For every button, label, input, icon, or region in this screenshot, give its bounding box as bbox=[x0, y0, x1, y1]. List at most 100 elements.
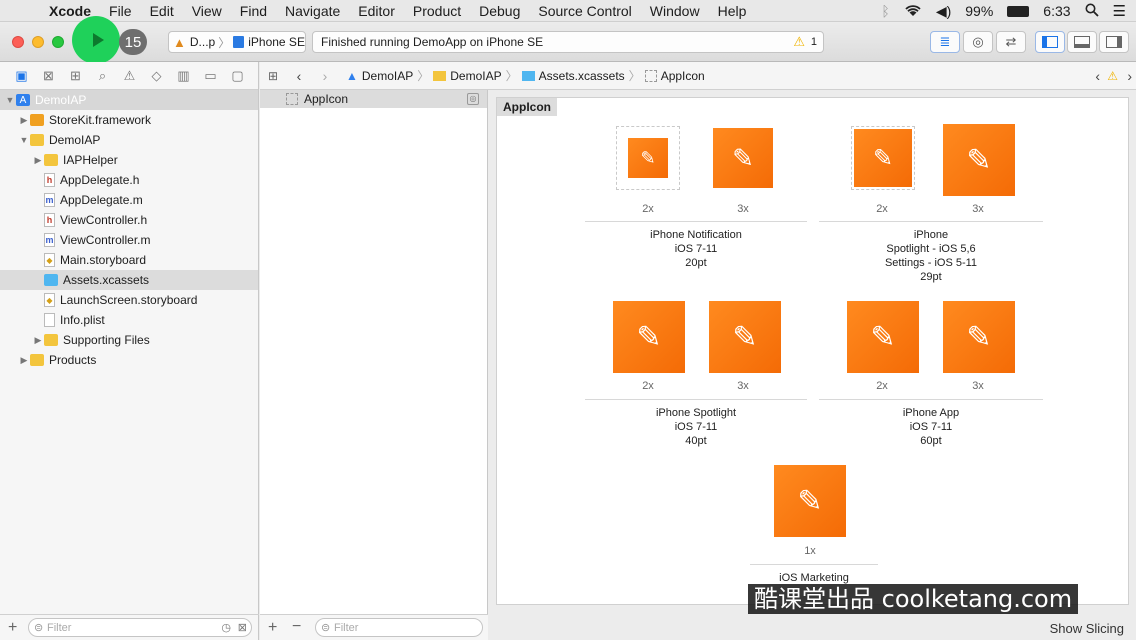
tree-row-assets[interactable]: Assets.xcassets bbox=[0, 270, 258, 290]
spotlight-search-icon[interactable] bbox=[1085, 3, 1099, 20]
clock[interactable]: 6:33 bbox=[1043, 3, 1070, 19]
tree-row-launchscreen[interactable]: ◆ LaunchScreen.storyboard bbox=[0, 290, 258, 310]
menu-find[interactable]: Find bbox=[231, 3, 276, 19]
scale-label: 2x bbox=[642, 203, 654, 215]
symbol-navigator-icon[interactable]: ⊞ bbox=[62, 68, 89, 84]
report-navigator-icon[interactable]: ▢ bbox=[224, 68, 251, 84]
scale-label: 1x bbox=[804, 545, 816, 557]
wifi-icon[interactable] bbox=[904, 3, 922, 20]
tree-row-group-demoiap[interactable]: ▼ DemoIAP bbox=[0, 130, 258, 150]
volume-icon[interactable]: ◀) bbox=[936, 3, 951, 20]
warning-icon[interactable]: ⚠ bbox=[793, 34, 805, 50]
disclosure-triangle-icon[interactable]: ▶ bbox=[32, 335, 44, 346]
assistant-editor-button[interactable]: ◎ bbox=[963, 31, 993, 53]
remove-asset-icon[interactable]: − bbox=[292, 618, 301, 636]
issue-navigator-icon[interactable]: ⚠ bbox=[116, 68, 143, 84]
test-navigator-icon[interactable]: ◇ bbox=[143, 68, 170, 84]
tree-row-iaphelper[interactable]: ▶ IAPHelper bbox=[0, 150, 258, 170]
disclosure-triangle-icon[interactable]: ▶ bbox=[18, 355, 30, 366]
disclosure-triangle-icon[interactable]: ▼ bbox=[18, 135, 30, 145]
issue-count-badge[interactable]: 15 bbox=[119, 29, 147, 55]
menu-help[interactable]: Help bbox=[709, 3, 756, 19]
project-navigator-folder-icon[interactable]: ▣ bbox=[8, 68, 35, 84]
breakpoint-navigator-icon[interactable]: ▭ bbox=[197, 68, 224, 84]
tree-row-main-storyboard[interactable]: ◆ Main.storyboard bbox=[0, 250, 258, 270]
icon-slot-marketing-1x[interactable]: ✎ bbox=[774, 465, 846, 537]
toggle-utilities-button[interactable] bbox=[1099, 31, 1129, 53]
battery-icon[interactable] bbox=[1007, 5, 1030, 17]
breadcrumb-assets[interactable]: Assets.xcassets bbox=[539, 69, 625, 83]
toggle-navigator-button[interactable] bbox=[1035, 31, 1065, 53]
set-list-item-appicon[interactable]: AppIcon ◎ bbox=[260, 90, 487, 108]
icon-slot-notification-2x[interactable]: ✎ bbox=[616, 126, 680, 190]
tree-row-viewcontroller-m[interactable]: m ViewController.m bbox=[0, 230, 258, 250]
implementation-file-icon: m bbox=[44, 193, 55, 207]
close-window-button[interactable] bbox=[12, 36, 24, 48]
notification-center-icon[interactable]: ☰ bbox=[1113, 2, 1126, 20]
tree-row-info-plist[interactable]: Info.plist bbox=[0, 310, 258, 330]
navigator-filter-input[interactable]: ⊜ Filter ◷ ⊠ bbox=[28, 618, 252, 637]
bluetooth-icon[interactable]: ᛒ bbox=[881, 3, 889, 19]
related-items-icon[interactable]: ⊞ bbox=[260, 69, 286, 83]
previous-issue-button[interactable]: ‹ bbox=[1095, 68, 1100, 84]
menu-bar: Xcode File Edit View Find Navigate Edito… bbox=[0, 0, 1136, 22]
menu-view[interactable]: View bbox=[183, 3, 231, 19]
set-list-label: AppIcon bbox=[304, 92, 349, 106]
add-file-icon[interactable]: + bbox=[8, 619, 17, 637]
breadcrumb-group[interactable]: DemoIAP bbox=[450, 69, 501, 83]
menu-editor[interactable]: Editor bbox=[349, 3, 404, 19]
jump-bar: ⊞ ‹ › ▲ DemoIAP 〉 DemoIAP 〉 Assets.xcass… bbox=[260, 62, 1136, 90]
tree-row-viewcontroller-h[interactable]: h ViewController.h bbox=[0, 210, 258, 230]
version-editor-button[interactable]: ⇄ bbox=[996, 31, 1026, 53]
tree-row-appdelegate-h[interactable]: h AppDelegate.h bbox=[0, 170, 258, 190]
source-control-navigator-icon[interactable]: ⊠ bbox=[35, 68, 62, 84]
back-button[interactable]: ‹ bbox=[286, 68, 312, 84]
forward-button[interactable]: › bbox=[312, 68, 338, 84]
menu-window[interactable]: Window bbox=[641, 3, 709, 19]
minimize-window-button[interactable] bbox=[32, 36, 44, 48]
disclosure-triangle-icon[interactable]: ▶ bbox=[32, 155, 44, 166]
next-issue-button[interactable]: › bbox=[1127, 68, 1132, 84]
toggle-debug-area-button[interactable] bbox=[1067, 31, 1097, 53]
breadcrumb-project[interactable]: DemoIAP bbox=[362, 69, 413, 83]
breadcrumb-appicon[interactable]: AppIcon bbox=[661, 69, 705, 83]
icon-slot-app-3x[interactable]: ✎ bbox=[943, 301, 1015, 373]
add-asset-icon[interactable]: + bbox=[268, 619, 277, 637]
menu-navigate[interactable]: Navigate bbox=[276, 3, 349, 19]
disclosure-triangle-icon[interactable]: ▼ bbox=[4, 95, 16, 105]
set-list-filter-input[interactable]: ⊜ Filter bbox=[315, 618, 483, 637]
asset-editor: AppIcon ✎ ✎ 2x 3x iPhone Notification iO… bbox=[489, 90, 1136, 640]
icon-slot-app-2x[interactable]: ✎ bbox=[847, 301, 919, 373]
debug-navigator-icon[interactable]: ▥ bbox=[170, 68, 197, 84]
scheme-selector[interactable]: ▲ D...p 〉 iPhone SE bbox=[168, 31, 306, 53]
zoom-window-button[interactable] bbox=[52, 36, 64, 48]
recent-files-icon[interactable]: ◷ bbox=[221, 621, 231, 634]
standard-editor-button[interactable]: ≣ bbox=[930, 31, 960, 53]
menu-debug[interactable]: Debug bbox=[470, 3, 529, 19]
warning-icon[interactable]: ⚠ bbox=[1107, 69, 1118, 83]
menu-file[interactable]: File bbox=[100, 3, 141, 19]
icon-slot-settings-2x[interactable]: ✎ bbox=[851, 126, 915, 190]
disclosure-triangle-icon[interactable]: ▶ bbox=[18, 115, 30, 126]
tree-row-storekit[interactable]: ▶ StoreKit.framework bbox=[0, 110, 258, 130]
source-control-filter-icon[interactable]: ⊠ bbox=[238, 621, 247, 634]
version-editor-icon: ⇄ bbox=[1005, 34, 1017, 49]
menu-source-control[interactable]: Source Control bbox=[529, 3, 640, 19]
find-navigator-icon[interactable]: ⌕ bbox=[89, 68, 116, 84]
tree-row-products[interactable]: ▶ Products bbox=[0, 350, 258, 370]
icon-slot-spotlight-3x[interactable]: ✎ bbox=[709, 301, 781, 373]
scale-label: 3x bbox=[737, 380, 749, 392]
icon-slot-settings-3x[interactable]: ✎ bbox=[943, 124, 1015, 196]
menu-product[interactable]: Product bbox=[404, 3, 470, 19]
tree-row-project[interactable]: ▼ A DemoIAP bbox=[0, 90, 258, 110]
icon-slot-spotlight-2x[interactable]: ✎ bbox=[613, 301, 685, 373]
menu-edit[interactable]: Edit bbox=[141, 3, 183, 19]
tree-row-appdelegate-m[interactable]: m AppDelegate.m bbox=[0, 190, 258, 210]
tree-label: IAPHelper bbox=[63, 153, 118, 167]
show-slicing-button[interactable]: Show Slicing bbox=[1050, 621, 1124, 636]
icon-slot-notification-3x[interactable]: ✎ bbox=[713, 128, 773, 188]
warning-count[interactable]: 1 bbox=[811, 36, 817, 48]
run-button[interactable] bbox=[72, 16, 120, 64]
tree-row-supporting-files[interactable]: ▶ Supporting Files bbox=[0, 330, 258, 350]
scheme-name: D...p bbox=[189, 35, 216, 49]
